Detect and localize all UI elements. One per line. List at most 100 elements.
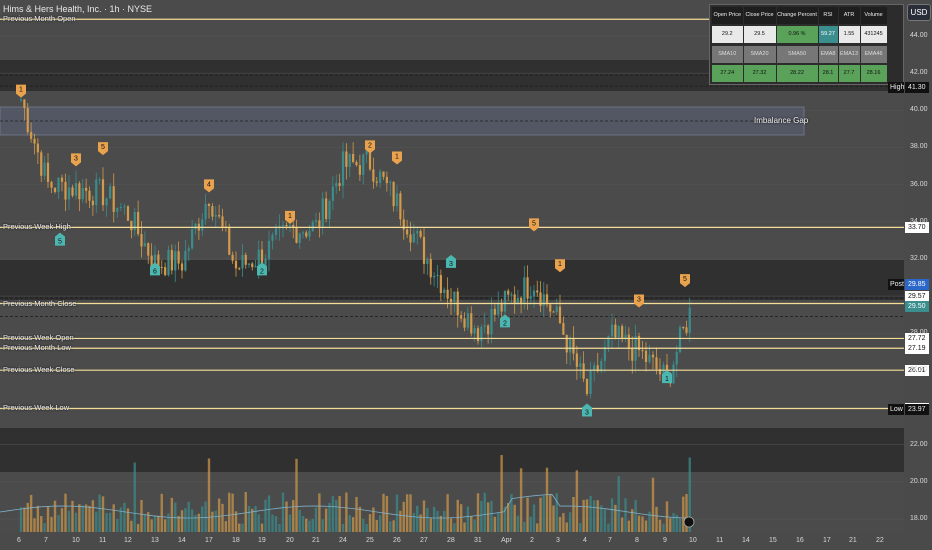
volume-bar [392,520,395,532]
volume-bar [180,510,184,532]
wave-label-text: 3 [449,261,453,268]
candle-body [412,233,415,243]
volume-bar [582,499,585,532]
candle-body [281,224,285,227]
candle-body [476,328,480,342]
candle-body [95,179,98,206]
volume-bar [436,511,439,532]
candle-body [301,232,305,234]
currency-button[interactable]: USD [907,4,931,21]
candle-body [497,302,500,315]
volume-bar [331,496,335,532]
candle-body [143,243,146,247]
x-tick-label: 25 [366,537,374,544]
stats-cell-headers2: SMA10 [712,46,743,63]
volume-bar [314,507,318,532]
candle-body [416,230,419,234]
volume-bar [177,515,180,532]
volume-bar [585,499,589,532]
candle-body [101,179,105,206]
candle-body [207,203,211,207]
volume-bar [324,508,328,532]
wave-label-text: 1 [288,213,292,220]
candle-body [470,313,473,334]
candle-body [621,326,624,339]
y-tick-label: 36.00 [910,180,928,188]
x-tick-label: 6 [17,537,21,544]
volume-bar [620,517,624,532]
candle-body [579,363,582,367]
x-tick-label: 28 [447,537,455,544]
volume-bar [443,510,446,532]
candle-body [355,162,358,166]
wave-label-text: 5 [683,276,687,283]
candle-body [40,152,43,176]
x-tick-label: 18 [232,537,240,544]
volume-bar [449,518,453,532]
candle-body [170,249,173,271]
stats-cell-headers1: Open Price [712,7,743,24]
volume-bar [241,523,244,532]
candle-body [130,220,133,231]
volume-bar [207,458,211,532]
y-tick-label: 26.00 [910,366,928,374]
candle-body [443,289,446,294]
candle-body [549,304,552,312]
stats-cell-headers2: EMA8 [818,46,838,63]
wave-label-text: 5 [101,144,105,151]
candle-body [449,298,453,303]
candle-body [177,251,180,264]
candle-body [503,290,507,312]
volume-bar [271,514,274,532]
candle-body [460,315,463,319]
candle-body [311,222,314,231]
candle-body [57,177,60,192]
candle-body [50,181,53,188]
volume-bar [160,493,163,532]
volume-bar [614,504,617,532]
post-tag-value: 29.85 [905,278,929,290]
candle-body [507,290,510,295]
candle-body [119,207,122,209]
volume-bar [634,499,637,532]
volume-bar [426,507,429,532]
wave-label-text: 6 [153,268,157,275]
candle-body [585,378,589,394]
volume-bar [123,502,126,532]
volume-bar [429,518,432,532]
volume-bar [385,496,389,532]
candle-body [238,268,241,270]
candle-body [345,151,348,167]
candle-body [88,190,91,201]
candle-body [295,227,298,243]
candle-body [545,294,549,305]
volume-bar [308,520,311,532]
x-tick-label: 20 [286,537,294,544]
candle-body [627,334,630,349]
volume-bar [358,506,362,532]
candle-body [184,250,187,271]
candle-body [565,334,568,353]
candle-body [160,267,163,269]
y-tick-label: 38.00 [910,143,928,151]
candle-body [321,198,324,227]
volume-bar [529,516,532,532]
wave-label-text: 2 [503,320,507,327]
stats-cell-headers1: Volume [860,7,887,24]
wave-label: 1 [392,151,402,165]
volume-bar [267,495,271,532]
volume-bar [143,514,147,532]
volume-bar [295,458,298,532]
volume-bar [624,498,627,532]
candle-body [493,308,496,315]
candle-body [335,183,338,187]
candle-body [123,206,126,208]
volume-bar [278,523,281,532]
volume-bar [617,476,620,532]
volume-bar [247,505,251,532]
y-tick-label: 34.00 [910,217,928,225]
candle-body [433,275,436,278]
level-label: Previous Month Open [3,14,76,24]
x-tick-label: 13 [151,537,159,544]
volume-bar [644,520,648,532]
